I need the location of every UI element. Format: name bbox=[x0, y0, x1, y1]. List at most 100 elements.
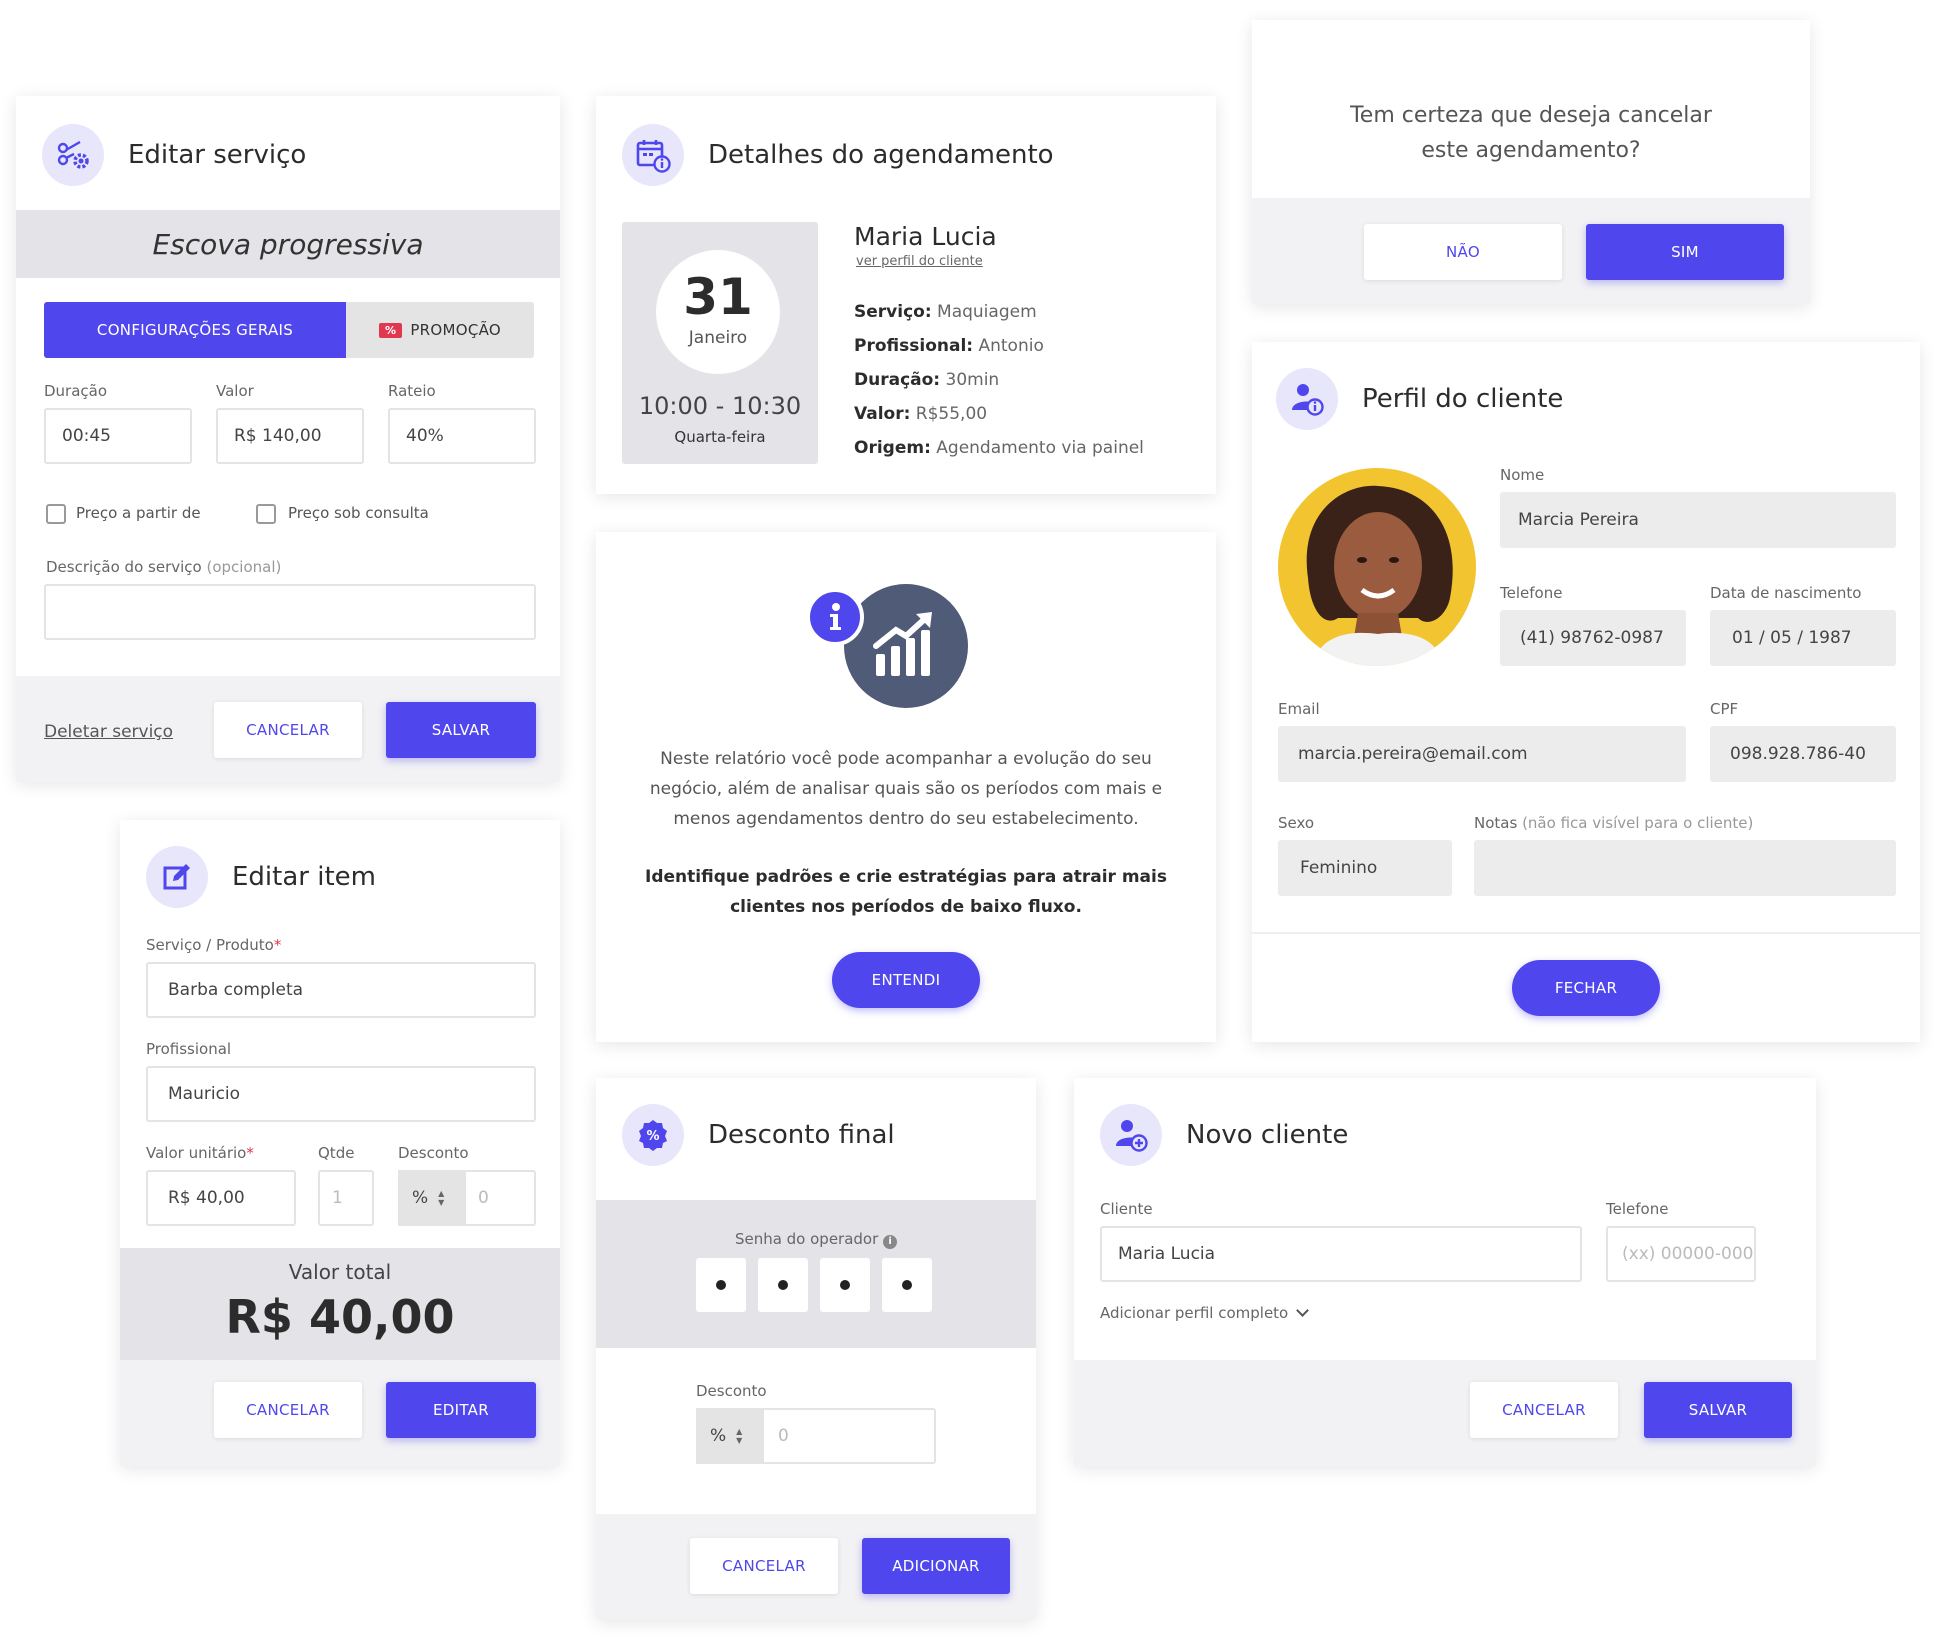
save-button[interactable]: SALVAR bbox=[386, 702, 536, 758]
total-label: Valor total bbox=[288, 1260, 392, 1284]
discount-input[interactable]: 0 bbox=[466, 1170, 536, 1226]
price-from-checkbox[interactable] bbox=[46, 504, 66, 524]
got-it-button[interactable]: ENTENDI bbox=[832, 952, 980, 1008]
client-name: Maria Lucia bbox=[854, 222, 997, 251]
cancel-question: Tem certeza que deseja cancelar este age… bbox=[1350, 103, 1712, 163]
birthdate-input[interactable]: 01 / 05 / 1987 bbox=[1710, 610, 1896, 666]
appointment-details-title: Detalhes do agendamento bbox=[708, 140, 1054, 170]
add-button[interactable]: ADICIONAR bbox=[862, 1538, 1010, 1594]
close-button[interactable]: FECHAR bbox=[1512, 960, 1660, 1016]
operator-password-band: Senha do operador i bbox=[596, 1200, 1036, 1348]
sex-label: Sexo bbox=[1278, 814, 1315, 832]
discount-label: Desconto bbox=[696, 1382, 767, 1400]
service-name: Escova progressiva bbox=[152, 227, 424, 261]
info-icon[interactable]: i bbox=[883, 1235, 898, 1249]
phone-label: Telefone bbox=[1606, 1200, 1669, 1218]
report-chart-icon bbox=[844, 584, 968, 708]
client-input[interactable]: Maria Lucia bbox=[1100, 1226, 1582, 1282]
unit-price-label: Valor unitário* bbox=[146, 1144, 254, 1162]
pin-digit-1[interactable] bbox=[696, 1258, 746, 1312]
birthdate-label: Data de nascimento bbox=[1710, 584, 1862, 602]
spinner-arrows-icon: ▲ ▼ bbox=[438, 1189, 445, 1207]
month-name: Janeiro bbox=[688, 328, 748, 348]
report-text: Neste relatório você pode acompanhar a e… bbox=[649, 749, 1163, 829]
notes-label: Notas (não fica visível para o cliente) bbox=[1474, 814, 1754, 832]
final-discount-card: % Desconto final Senha do operador i Des… bbox=[596, 1078, 1036, 1620]
qty-label: Qtde bbox=[318, 1144, 355, 1162]
day-number: 31 bbox=[683, 268, 753, 326]
chevron-down-icon bbox=[1296, 1304, 1310, 1317]
avatar bbox=[1278, 468, 1476, 666]
name-label: Nome bbox=[1500, 466, 1545, 484]
operator-password-label: Senha do operador i bbox=[596, 1230, 1036, 1249]
add-full-profile-toggle[interactable]: Adicionar perfil completo bbox=[1100, 1304, 1310, 1322]
price-consult-checkbox[interactable] bbox=[256, 504, 276, 524]
qty-input[interactable]: 1 bbox=[318, 1170, 374, 1226]
email-input[interactable]: marcia.pereira@email.com bbox=[1278, 726, 1686, 782]
professional-input[interactable]: Mauricio bbox=[146, 1066, 536, 1122]
new-client-title: Novo cliente bbox=[1186, 1120, 1349, 1150]
edit-service-title: Editar serviço bbox=[128, 140, 307, 170]
cpf-label: CPF bbox=[1710, 700, 1739, 718]
cancel-confirm-card: Tem certeza que deseja cancelar este age… bbox=[1252, 20, 1810, 304]
final-discount-title: Desconto final bbox=[708, 1120, 895, 1150]
email-label: Email bbox=[1278, 700, 1320, 718]
detail-duration: Duração: 30min bbox=[854, 370, 1000, 390]
new-client-card: Novo cliente Cliente Telefone Maria Luci… bbox=[1074, 1078, 1816, 1466]
promo-badge-icon: % bbox=[378, 322, 403, 338]
cancel-button[interactable]: CANCELAR bbox=[214, 1382, 362, 1438]
total-band: Valor total R$ 40,00 bbox=[120, 1248, 560, 1360]
save-button[interactable]: SALVAR bbox=[1644, 1382, 1792, 1438]
detail-service: Serviço: Maquiagem bbox=[854, 302, 1037, 322]
date-panel: 31 Janeiro 10:00 - 10:30 Quarta-feira bbox=[622, 222, 818, 464]
weekday: Quarta-feira bbox=[674, 428, 766, 446]
appointment-details-card: Detalhes do agendamento 31 Janeiro 10:00… bbox=[596, 96, 1216, 494]
name-input[interactable]: Marcia Pereira bbox=[1500, 492, 1896, 548]
unit-price-input[interactable]: R$ 40,00 bbox=[146, 1170, 296, 1226]
phone-input[interactable]: (xx) 00000-0000 bbox=[1606, 1226, 1756, 1282]
description-textarea[interactable] bbox=[44, 584, 536, 640]
day-circle: 31 Janeiro bbox=[656, 250, 780, 374]
split-label: Rateio bbox=[388, 382, 436, 400]
pin-digit-3[interactable] bbox=[820, 1258, 870, 1312]
edit-item-title: Editar item bbox=[232, 862, 376, 892]
no-button[interactable]: NÃO bbox=[1364, 224, 1562, 280]
delete-service-link[interactable]: Deletar serviço bbox=[44, 722, 173, 742]
discount-input[interactable]: 0 bbox=[764, 1408, 936, 1464]
report-bold-text: Identifique padrões e crie estratégias p… bbox=[645, 867, 1167, 917]
cancel-button[interactable]: CANCELAR bbox=[690, 1538, 838, 1594]
pin-digit-4[interactable] bbox=[882, 1258, 932, 1312]
svg-text:%: % bbox=[646, 1129, 659, 1144]
price-from-label: Preço a partir de bbox=[76, 504, 201, 522]
price-consult-label: Preço sob consulta bbox=[288, 504, 429, 522]
report-info-card: Neste relatório você pode acompanhar a e… bbox=[596, 532, 1216, 1042]
service-product-label: Serviço / Produto* bbox=[146, 936, 282, 954]
cancel-button[interactable]: CANCELAR bbox=[214, 702, 362, 758]
notes-textarea[interactable] bbox=[1474, 840, 1896, 896]
cpf-input[interactable]: 098.928.786-40 bbox=[1710, 726, 1896, 782]
service-name-band: Escova progressiva bbox=[16, 210, 560, 278]
cancel-button[interactable]: CANCELAR bbox=[1470, 1382, 1618, 1438]
yes-button[interactable]: SIM bbox=[1586, 224, 1784, 280]
client-profile-title: Perfil do cliente bbox=[1362, 384, 1564, 414]
duration-input[interactable]: 00:45 bbox=[44, 408, 192, 464]
info-badge-icon bbox=[806, 588, 864, 646]
discount-unit-select[interactable]: % ▲ ▼ bbox=[398, 1170, 466, 1226]
price-input[interactable]: R$ 140,00 bbox=[216, 408, 364, 464]
phone-input[interactable]: (41) 98762-0987 bbox=[1500, 610, 1686, 666]
add-user-icon bbox=[1100, 1104, 1162, 1166]
service-product-input[interactable]: Barba completa bbox=[146, 962, 536, 1018]
detail-price: Valor: R$55,00 bbox=[854, 404, 988, 424]
client-label: Cliente bbox=[1100, 1200, 1153, 1218]
description-label: Descrição do serviço (opcional) bbox=[46, 558, 282, 576]
tab-promotion[interactable]: % PROMOÇÃO bbox=[346, 302, 534, 358]
calendar-info-icon bbox=[622, 124, 684, 186]
discount-label: Desconto bbox=[398, 1144, 469, 1162]
edit-button[interactable]: EDITAR bbox=[386, 1382, 536, 1438]
discount-unit-select[interactable]: % ▲ ▼ bbox=[696, 1408, 764, 1464]
view-profile-link[interactable]: ver perfil do cliente bbox=[856, 254, 983, 269]
tab-general-settings[interactable]: CONFIGURAÇÕES GERAIS bbox=[44, 302, 346, 358]
split-input[interactable]: 40% bbox=[388, 408, 536, 464]
sex-input[interactable]: Feminino bbox=[1278, 840, 1452, 896]
pin-digit-2[interactable] bbox=[758, 1258, 808, 1312]
